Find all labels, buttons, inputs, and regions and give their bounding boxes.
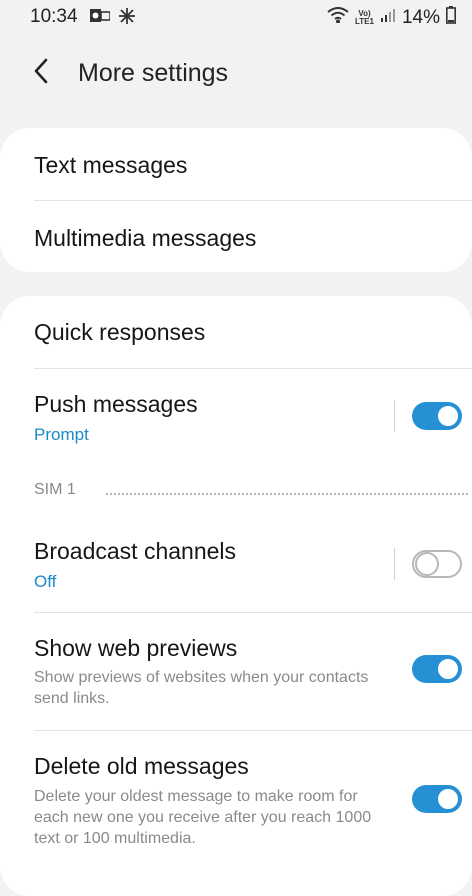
status-time: 10:34 [30, 6, 78, 27]
volte-indicator: Vo) LTE1 [355, 8, 374, 26]
broadcast-channels-label: Broadcast channels [34, 538, 237, 564]
battery-icon [446, 6, 456, 29]
multimedia-messages-item[interactable]: Multimedia messages [0, 201, 472, 272]
broadcast-channels-status: Off [34, 572, 57, 591]
web-previews-toggle[interactable] [412, 655, 462, 683]
wifi-icon [327, 7, 349, 28]
status-right: Vo) LTE1 14% [327, 6, 456, 29]
broadcast-channels-toggle[interactable] [412, 550, 462, 578]
toggle-knob [415, 552, 439, 576]
multimedia-messages-label: Multimedia messages [34, 225, 257, 251]
push-messages-item[interactable]: Push messages Prompt [0, 369, 472, 459]
text-messages-item[interactable]: Text messages [0, 128, 472, 200]
settings-sparkle-icon [118, 7, 136, 30]
delete-old-messages-label: Delete old messages [34, 753, 249, 779]
toggle-knob [436, 404, 460, 428]
web-previews-description: Show previews of websites when your cont… [34, 669, 369, 707]
delete-old-messages-item[interactable]: Delete old messages Delete your oldest m… [0, 731, 472, 861]
web-previews-label: Show web previews [34, 635, 238, 661]
page-title: More settings [78, 59, 229, 87]
broadcast-channels-item[interactable]: Broadcast channels Off [0, 518, 472, 610]
signal-icon [380, 7, 396, 28]
toggle-knob [436, 787, 460, 811]
text-messages-label: Text messages [34, 152, 188, 178]
delete-old-messages-description: Delete your oldest message to make room … [34, 788, 372, 847]
delete-old-messages-toggle[interactable] [412, 785, 462, 813]
separator-line [394, 548, 395, 580]
section-divider [106, 493, 468, 495]
web-previews-item[interactable]: Show web previews Show previews of websi… [0, 613, 472, 729]
settings-card: Quick responses Push messages Prompt SIM… [0, 296, 472, 896]
notification-icons [90, 7, 136, 30]
push-messages-toggle[interactable] [412, 402, 462, 430]
battery-percent: 14% [401, 6, 440, 28]
quick-responses-item[interactable]: Quick responses [0, 296, 472, 368]
outlook-icon [90, 7, 111, 30]
push-messages-label: Push messages [34, 391, 198, 417]
quick-responses-label: Quick responses [34, 319, 206, 345]
toggle-knob [436, 657, 460, 681]
status-bar: 10:34 Vo) LTE1 14% [0, 0, 472, 34]
push-messages-status: Prompt [34, 425, 89, 444]
back-arrow-icon[interactable] [30, 56, 54, 86]
messages-card: Text messages Multimedia messages [0, 128, 472, 272]
app-header: More settings [0, 40, 472, 108]
section-header-sim1: SIM 1 [34, 481, 76, 498]
separator-line [394, 400, 395, 432]
